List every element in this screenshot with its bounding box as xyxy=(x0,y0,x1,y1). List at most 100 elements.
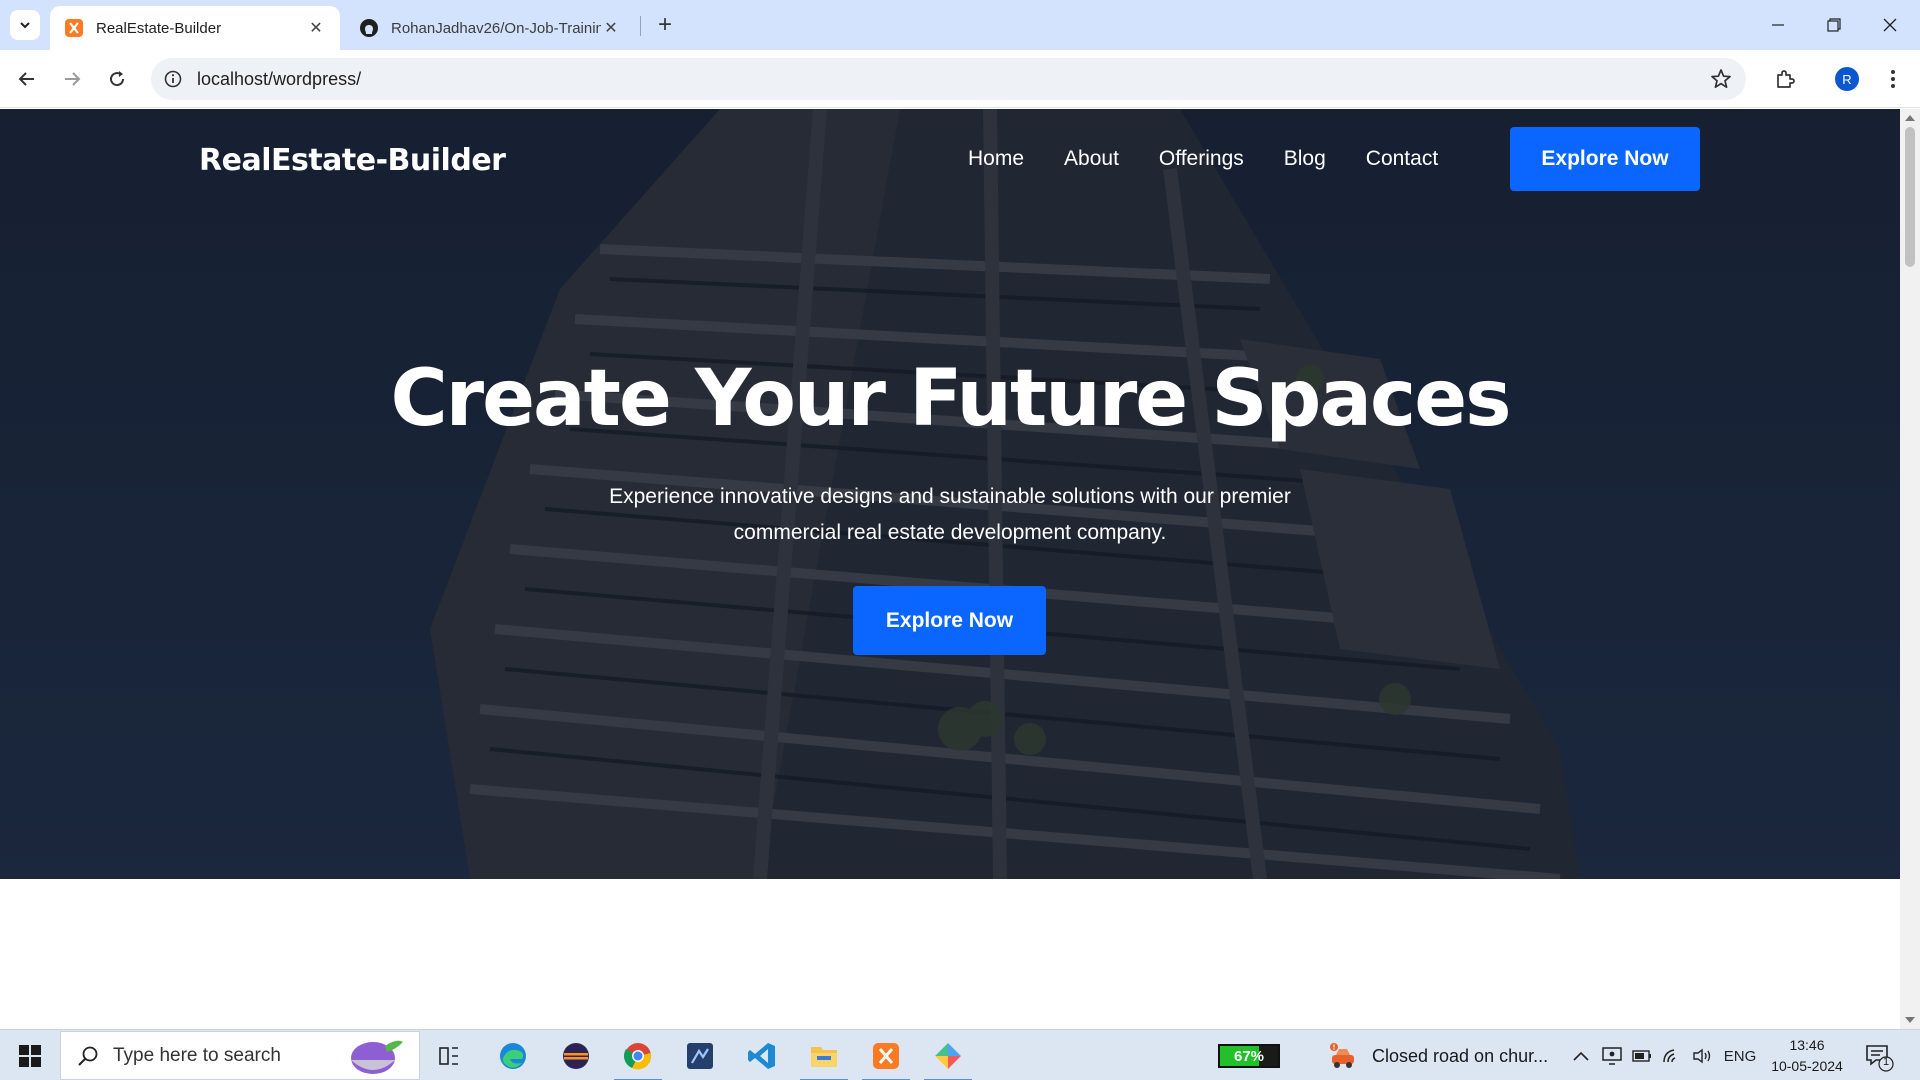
scroll-up-arrow-icon[interactable] xyxy=(1905,115,1915,121)
nav-link-about[interactable]: About xyxy=(1064,147,1119,171)
tab-search-button[interactable] xyxy=(10,10,40,40)
nav-link-offerings[interactable]: Offerings xyxy=(1159,147,1244,171)
arrow-left-icon xyxy=(18,72,34,86)
show-hidden-icons-button[interactable] xyxy=(1570,1043,1592,1069)
restore-button[interactable] xyxy=(1806,0,1862,50)
extensions-button[interactable] xyxy=(1768,62,1802,96)
offerings-section-heading-partial xyxy=(0,1008,1900,1029)
page-viewport: RealEstate-Builder Home About Offerings … xyxy=(0,109,1900,1029)
chrome-taskbar-button[interactable] xyxy=(614,1037,662,1080)
battery-tray-button[interactable] xyxy=(1630,1043,1654,1069)
speaker-icon xyxy=(1693,1048,1711,1064)
clock-date: 10-05-2024 xyxy=(1771,1058,1843,1074)
eclipse-taskbar-button[interactable] xyxy=(556,1037,596,1075)
search-icon xyxy=(78,1046,98,1066)
vscode-taskbar-button[interactable] xyxy=(742,1037,782,1075)
close-icon[interactable]: ✕ xyxy=(306,18,326,38)
nav-link-blog[interactable]: Blog xyxy=(1284,147,1326,171)
hero-subtitle-line-1: Experience innovative designs and sustai… xyxy=(609,485,1291,508)
chevron-down-icon xyxy=(20,22,30,29)
forward-button[interactable] xyxy=(55,62,89,96)
bookmark-star-icon[interactable] xyxy=(1710,68,1732,90)
kebab-menu-icon xyxy=(1891,70,1895,88)
notification-center-button[interactable]: 1 xyxy=(1864,1042,1894,1072)
profile-avatar[interactable]: R xyxy=(1835,67,1859,91)
minimize-button[interactable] xyxy=(1750,0,1806,50)
site-logo[interactable]: RealEstate-Builder xyxy=(199,143,506,178)
app-taskbar-button[interactable] xyxy=(924,1037,972,1080)
close-icon[interactable]: ✕ xyxy=(601,18,621,38)
page-scrollbar[interactable] xyxy=(1900,109,1920,1029)
wifi-icon xyxy=(1663,1049,1676,1063)
scroll-down-arrow-icon[interactable] xyxy=(1905,1017,1915,1023)
tab-realestate-builder[interactable]: RealEstate-Builder ✕ xyxy=(50,6,340,50)
header-explore-now-button[interactable]: Explore Now xyxy=(1510,127,1700,191)
windows-logo-icon xyxy=(19,1045,41,1067)
task-view-button[interactable] xyxy=(430,1037,470,1075)
notification-count: 1 xyxy=(1883,1056,1890,1068)
site-header: RealEstate-Builder Home About Offerings … xyxy=(0,109,1900,209)
meet-now-tray-button[interactable] xyxy=(1600,1043,1624,1069)
file-explorer-taskbar-button[interactable] xyxy=(800,1037,848,1080)
tab-github[interactable]: RohanJadhav26/On-Job-Trainin ✕ xyxy=(345,6,635,50)
puzzle-icon xyxy=(1777,70,1795,88)
edge-icon xyxy=(500,1043,526,1069)
search-placeholder: Type here to search xyxy=(113,1044,281,1066)
browser-toolbar: localhost/wordpress/ R xyxy=(0,50,1920,108)
clock-time: 13:46 xyxy=(1789,1037,1825,1053)
news-widget[interactable]: Closed road on chur... xyxy=(1328,1040,1548,1072)
devtool-taskbar-button[interactable] xyxy=(680,1037,720,1075)
file-explorer-icon xyxy=(811,1047,837,1067)
browser-menu-button[interactable] xyxy=(1876,62,1910,96)
close-icon xyxy=(1883,18,1897,32)
hero-subtitle: Experience innovative designs and sustai… xyxy=(560,479,1340,551)
address-bar[interactable]: localhost/wordpress/ xyxy=(151,58,1746,100)
site-info-icon[interactable] xyxy=(163,69,183,89)
windows-taskbar: Type here to search 67% Closed road on c… xyxy=(0,1029,1920,1080)
github-icon xyxy=(359,18,379,38)
restore-icon xyxy=(1827,18,1841,32)
xampp-taskbar-button[interactable] xyxy=(862,1037,910,1080)
edge-taskbar-button[interactable] xyxy=(493,1037,533,1075)
hero-subtitle-line-2: commercial real estate development compa… xyxy=(733,521,1167,544)
chevron-up-icon xyxy=(1573,1051,1589,1061)
devtool-icon xyxy=(687,1043,713,1069)
hero-title: Create Your Future Spaces xyxy=(390,354,1511,444)
taskbar-search-box[interactable]: Type here to search xyxy=(60,1031,420,1080)
app-icon xyxy=(935,1043,961,1069)
system-clock[interactable]: 13:46 10-05-2024 xyxy=(1766,1035,1848,1077)
reload-icon xyxy=(110,71,125,87)
minimize-icon xyxy=(1772,24,1784,26)
task-view-icon xyxy=(439,1047,458,1065)
xampp-icon xyxy=(64,18,84,38)
vscode-icon xyxy=(748,1043,775,1069)
notification-icon xyxy=(1866,1045,1894,1072)
network-tray-button[interactable] xyxy=(1660,1043,1684,1069)
battery-icon xyxy=(1632,1050,1651,1062)
close-window-button[interactable] xyxy=(1862,0,1918,50)
nav-link-contact[interactable]: Contact xyxy=(1366,147,1438,171)
url-text: localhost/wordpress/ xyxy=(197,68,362,89)
new-tab-button[interactable]: + xyxy=(650,10,680,40)
browser-tab-bar: RealEstate-Builder ✕ RohanJadhav26/On-Jo… xyxy=(0,0,1920,50)
back-button[interactable] xyxy=(10,62,44,96)
monitor-icon xyxy=(1602,1047,1622,1065)
nav-link-home[interactable]: Home xyxy=(968,147,1024,171)
arrow-right-icon xyxy=(65,72,81,86)
tab-separator xyxy=(640,16,641,36)
scrollbar-thumb[interactable] xyxy=(1905,127,1915,267)
main-navigation: Home About Offerings Blog Contact xyxy=(968,147,1478,171)
hero-explore-now-button[interactable]: Explore Now xyxy=(853,586,1046,655)
news-headline: Closed road on chur... xyxy=(1372,1045,1549,1066)
start-button[interactable] xyxy=(8,1038,52,1074)
volume-tray-button[interactable] xyxy=(1690,1043,1714,1069)
tab-title: RealEstate-Builder xyxy=(96,19,222,37)
traffic-car-icon xyxy=(1330,1043,1354,1068)
battery-percent: 67% xyxy=(1233,1047,1265,1065)
hero-section: RealEstate-Builder Home About Offerings … xyxy=(0,109,1900,879)
xampp-icon xyxy=(873,1043,899,1069)
eclipse-icon xyxy=(563,1043,589,1069)
reload-button[interactable] xyxy=(100,62,134,96)
language-indicator[interactable]: ENG xyxy=(1722,1043,1758,1069)
battery-meter-widget[interactable]: 67% xyxy=(1218,1044,1280,1068)
